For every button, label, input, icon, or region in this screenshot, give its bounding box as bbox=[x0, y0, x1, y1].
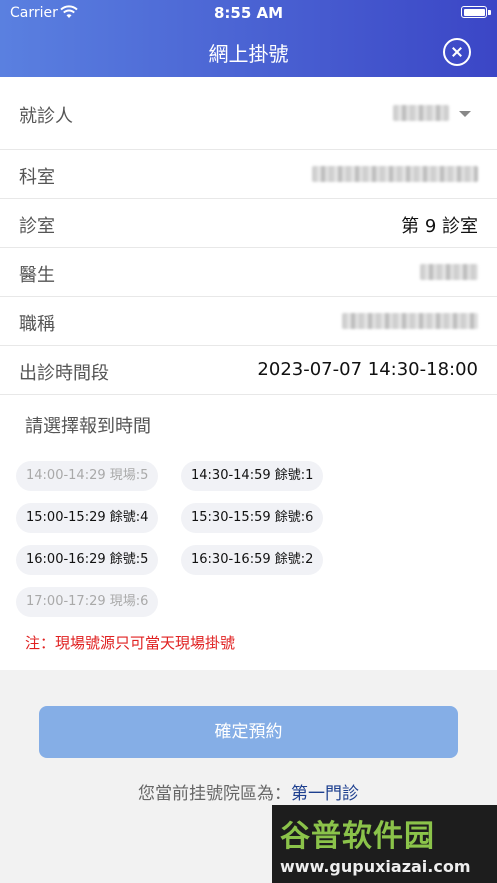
watermark-logo: 谷普软件园 www.gupuxiazai.com bbox=[272, 805, 497, 883]
patient-label: 就診人 bbox=[19, 106, 73, 127]
header-bar: Carrier 8:55 AM 網上掛號 bbox=[0, 0, 497, 77]
page-title: 網上掛號 bbox=[208, 42, 289, 66]
department-value-redacted bbox=[312, 166, 478, 187]
slots-section-title: 請選擇報到時間 bbox=[25, 416, 151, 437]
department-label: 科室 bbox=[19, 167, 55, 188]
room-label: 診室 bbox=[19, 216, 55, 237]
title-label: 職稱 bbox=[19, 314, 55, 335]
room-value: 第 9 診室 bbox=[401, 216, 478, 237]
watermark-title: 谷普软件园 bbox=[280, 819, 435, 854]
department-row: 科室 bbox=[0, 150, 497, 199]
time-slot: 14:00-14:29 現場:5 bbox=[16, 461, 159, 491]
doctor-row: 醫生 bbox=[0, 248, 497, 297]
period-row: 出診時間段 2023-07-07 14:30-18:00 bbox=[0, 346, 497, 395]
time-slot: 17:00-17:29 現場:6 bbox=[16, 587, 159, 617]
campus-info: 您當前挂號院區為：第一門診 bbox=[0, 779, 497, 804]
time-slot[interactable]: 14:30-14:59 餘號:1 bbox=[181, 461, 324, 491]
time-slot[interactable]: 15:00-15:29 餘號:4 bbox=[16, 503, 159, 533]
battery-icon bbox=[461, 6, 487, 18]
period-label: 出診時間段 bbox=[19, 363, 109, 384]
patient-row[interactable]: 就診人 bbox=[0, 77, 497, 150]
chevron-down-icon[interactable] bbox=[459, 111, 471, 117]
time-slot[interactable]: 16:00-16:29 餘號:5 bbox=[16, 545, 159, 575]
watermark-url: www.gupuxiazai.com bbox=[280, 857, 471, 876]
title-row: 職稱 bbox=[0, 297, 497, 346]
confirm-booking-button[interactable]: 確定預約 bbox=[39, 706, 458, 758]
time-slot[interactable]: 16:30-16:59 餘號:2 bbox=[181, 545, 324, 575]
time-slot[interactable]: 15:30-15:59 餘號:6 bbox=[181, 503, 324, 533]
room-row: 診室 第 9 診室 bbox=[0, 199, 497, 248]
title-value-redacted bbox=[342, 313, 478, 334]
clock-time: 8:55 AM bbox=[213, 4, 284, 22]
close-icon[interactable] bbox=[443, 38, 471, 66]
doctor-value-redacted bbox=[420, 264, 478, 285]
battery-tip bbox=[488, 10, 491, 15]
period-value: 2023-07-07 14:30-18:00 bbox=[257, 359, 478, 380]
campus-name[interactable]: 第一門診 bbox=[291, 784, 359, 804]
doctor-label: 醫生 bbox=[19, 265, 55, 286]
patient-value-redacted bbox=[393, 105, 449, 126]
campus-prefix: 您當前挂號院區為： bbox=[138, 784, 291, 804]
registration-form: 就診人 科室 診室 第 9 診室 醫生 職稱 出診時間段 2023-07-07 … bbox=[0, 77, 497, 670]
onsite-note: 注：現場號源只可當天現場掛號 bbox=[25, 634, 236, 652]
